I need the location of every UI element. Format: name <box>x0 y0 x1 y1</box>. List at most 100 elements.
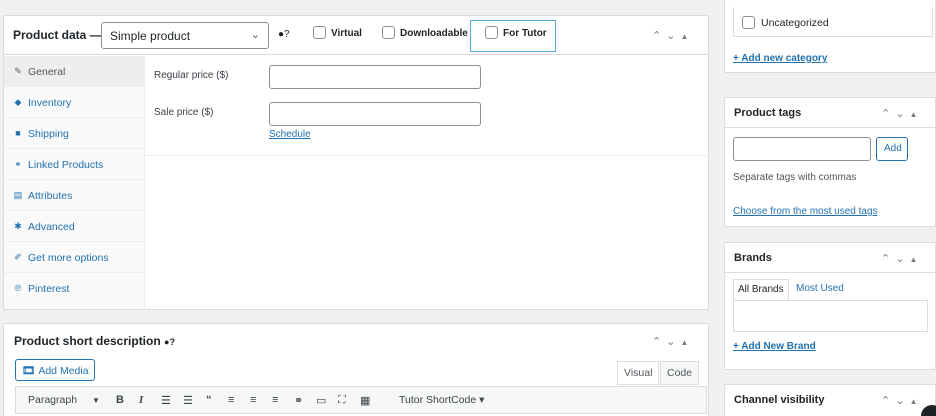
tags-input[interactable] <box>733 137 871 161</box>
align-center-icon[interactable]: ≡ <box>250 394 256 406</box>
tab-label: Shipping <box>28 128 69 140</box>
downloadable-label: Downloadable <box>400 28 468 40</box>
panel-controls: ⌃⌄▲ <box>881 394 922 407</box>
move-down-icon[interactable]: ⌄ <box>666 29 680 42</box>
tab-label: General <box>28 66 66 78</box>
move-up-icon[interactable]: ⌃ <box>652 335 666 348</box>
italic-icon[interactable]: I <box>139 394 143 406</box>
virtual-option[interactable]: Virtual <box>313 26 362 40</box>
downloadable-option[interactable]: Downloadable <box>382 26 468 40</box>
product-type-value: Simple product <box>110 29 191 43</box>
tab-get-more-options[interactable]: ✐ Get more options <box>4 242 144 273</box>
for-tutor-option[interactable]: For Tutor <box>485 26 547 40</box>
divider <box>146 155 708 156</box>
tab-attributes[interactable]: ▤ Attributes <box>4 180 144 211</box>
panel-controls: ⌃⌄▲ <box>652 29 693 42</box>
tab-general[interactable]: ✎ General <box>4 56 144 87</box>
panel-controls: ⌃⌄▲ <box>652 335 693 348</box>
link-icon: ⚭ <box>14 159 22 169</box>
product-tags-panel: Product tags ⌃⌄▲ Add Separate tags with … <box>724 97 936 227</box>
sale-price-input[interactable] <box>269 102 481 126</box>
tag-icon: ◆ <box>14 97 22 107</box>
tab-label: Pinterest <box>28 283 70 295</box>
schedule-link[interactable]: Schedule <box>269 129 311 140</box>
tab-most-used[interactable]: Most Used <box>796 283 844 294</box>
align-right-icon[interactable]: ≡ <box>272 394 278 406</box>
product-data-tabs: ✎ General ◆ Inventory ■ Shipping ⚭ Linked Pr… <box>4 56 145 309</box>
short-description-panel: Product short description ●? ⌃⌄▲ 🎞 Add Me… <box>3 323 709 416</box>
move-down-icon[interactable]: ⌄ <box>895 108 909 120</box>
help-icon[interactable]: ●? <box>278 29 290 40</box>
brands-title: Brands <box>734 252 772 264</box>
add-media-label: Add Media <box>38 365 89 377</box>
bold-icon[interactable]: B <box>116 394 124 406</box>
truck-icon: ■ <box>15 128 21 138</box>
tab-all-brands[interactable]: All Brands <box>733 279 789 301</box>
channel-visibility-title: Channel visibility <box>734 394 825 406</box>
uncategorized-checkbox[interactable] <box>742 15 755 29</box>
panel-controls: ⌃⌄▲ <box>881 252 922 265</box>
tab-label: Attributes <box>28 190 73 202</box>
link-icon[interactable]: ⚭ <box>294 394 303 407</box>
collapse-icon[interactable]: ▲ <box>909 255 922 264</box>
fullscreen-icon[interactable]: ⛶ <box>338 394 346 407</box>
editor-toolbar: Paragraph ▼ B I ☰ ☰ “ ≡ ≡ ≡ ⚭ ▭ ⛶ ▦ Tuto… <box>15 386 707 414</box>
regular-price-label: Regular price ($) <box>154 70 229 81</box>
short-description-title: Product short description ●? <box>14 334 175 348</box>
tab-label: Linked Products <box>28 159 104 171</box>
move-up-icon[interactable]: ⌃ <box>881 108 895 120</box>
virtual-checkbox[interactable] <box>313 26 326 39</box>
tab-code[interactable]: Code <box>660 361 700 385</box>
align-left-icon[interactable]: ≡ <box>228 394 234 406</box>
add-tag-button[interactable]: Add <box>876 137 908 161</box>
brands-list <box>733 300 928 332</box>
media-icon: 🎞 <box>22 365 36 377</box>
add-media-button[interactable]: 🎞 Add Media <box>15 359 95 381</box>
product-tags-title: Product tags <box>734 107 802 119</box>
for-tutor-label: For Tutor <box>503 28 547 40</box>
regular-price-input[interactable] <box>269 65 481 89</box>
move-up-icon[interactable]: ⌃ <box>881 253 895 265</box>
add-category-link[interactable]: + Add new category <box>733 53 827 64</box>
choose-tags-link[interactable]: Choose from the most used tags <box>733 206 878 217</box>
blockquote-icon[interactable]: “ <box>206 394 212 406</box>
tab-inventory[interactable]: ◆ Inventory <box>4 87 144 118</box>
move-up-icon[interactable]: ⌃ <box>652 29 666 42</box>
gear-icon: ✱ <box>14 221 22 231</box>
numbered-list-icon[interactable]: ☰ <box>183 394 193 407</box>
format-select[interactable]: Paragraph ▼ <box>28 394 100 406</box>
tab-pinterest[interactable]: ℗ Pinterest <box>4 273 144 304</box>
product-data-title: Product data — <box>13 28 102 42</box>
read-more-icon[interactable]: ▭ <box>316 394 326 407</box>
product-type-select[interactable]: Simple product ⌄ <box>101 22 269 49</box>
collapse-icon[interactable]: ▲ <box>909 110 922 119</box>
sale-price-label: Sale price ($) <box>154 107 214 118</box>
uncategorized-label: Uncategorized <box>761 17 829 29</box>
product-data-panel: Product data — Simple product ⌄ ●? Virtu… <box>3 15 709 310</box>
tab-visual[interactable]: Visual <box>617 361 660 385</box>
help-icon[interactable]: ●? <box>164 337 175 347</box>
move-up-icon[interactable]: ⌃ <box>881 395 895 407</box>
downloadable-checkbox[interactable] <box>382 26 395 39</box>
add-brand-link[interactable]: + Add New Brand <box>733 341 816 352</box>
categories-panel: Uncategorized + Add new category <box>724 0 936 73</box>
move-down-icon[interactable]: ⌄ <box>895 253 909 265</box>
tab-advanced[interactable]: ✱ Advanced <box>4 211 144 242</box>
move-down-icon[interactable]: ⌄ <box>666 335 680 348</box>
virtual-label: Virtual <box>331 28 362 40</box>
for-tutor-checkbox[interactable] <box>485 26 498 39</box>
collapse-icon[interactable]: ▲ <box>680 338 693 347</box>
chat-bubble-icon[interactable] <box>921 405 936 416</box>
bullet-list-icon[interactable]: ☰ <box>161 394 171 407</box>
collapse-icon[interactable]: ▲ <box>909 397 922 406</box>
pinterest-icon: ℗ <box>14 283 22 293</box>
move-down-icon[interactable]: ⌄ <box>895 395 909 407</box>
list-icon: ▤ <box>13 190 23 200</box>
tab-shipping[interactable]: ■ Shipping <box>4 118 144 149</box>
tutor-shortcode-menu[interactable]: Tutor ShortCode ▾ <box>399 394 484 406</box>
tab-linked-products[interactable]: ⚭ Linked Products <box>4 149 144 180</box>
toolbar-toggle-icon[interactable]: ▦ <box>360 394 370 407</box>
brands-panel: Brands ⌃⌄▲ All Brands Most Used + Add Ne… <box>724 242 936 370</box>
category-list: Uncategorized <box>733 7 933 37</box>
collapse-icon[interactable]: ▲ <box>680 32 693 41</box>
